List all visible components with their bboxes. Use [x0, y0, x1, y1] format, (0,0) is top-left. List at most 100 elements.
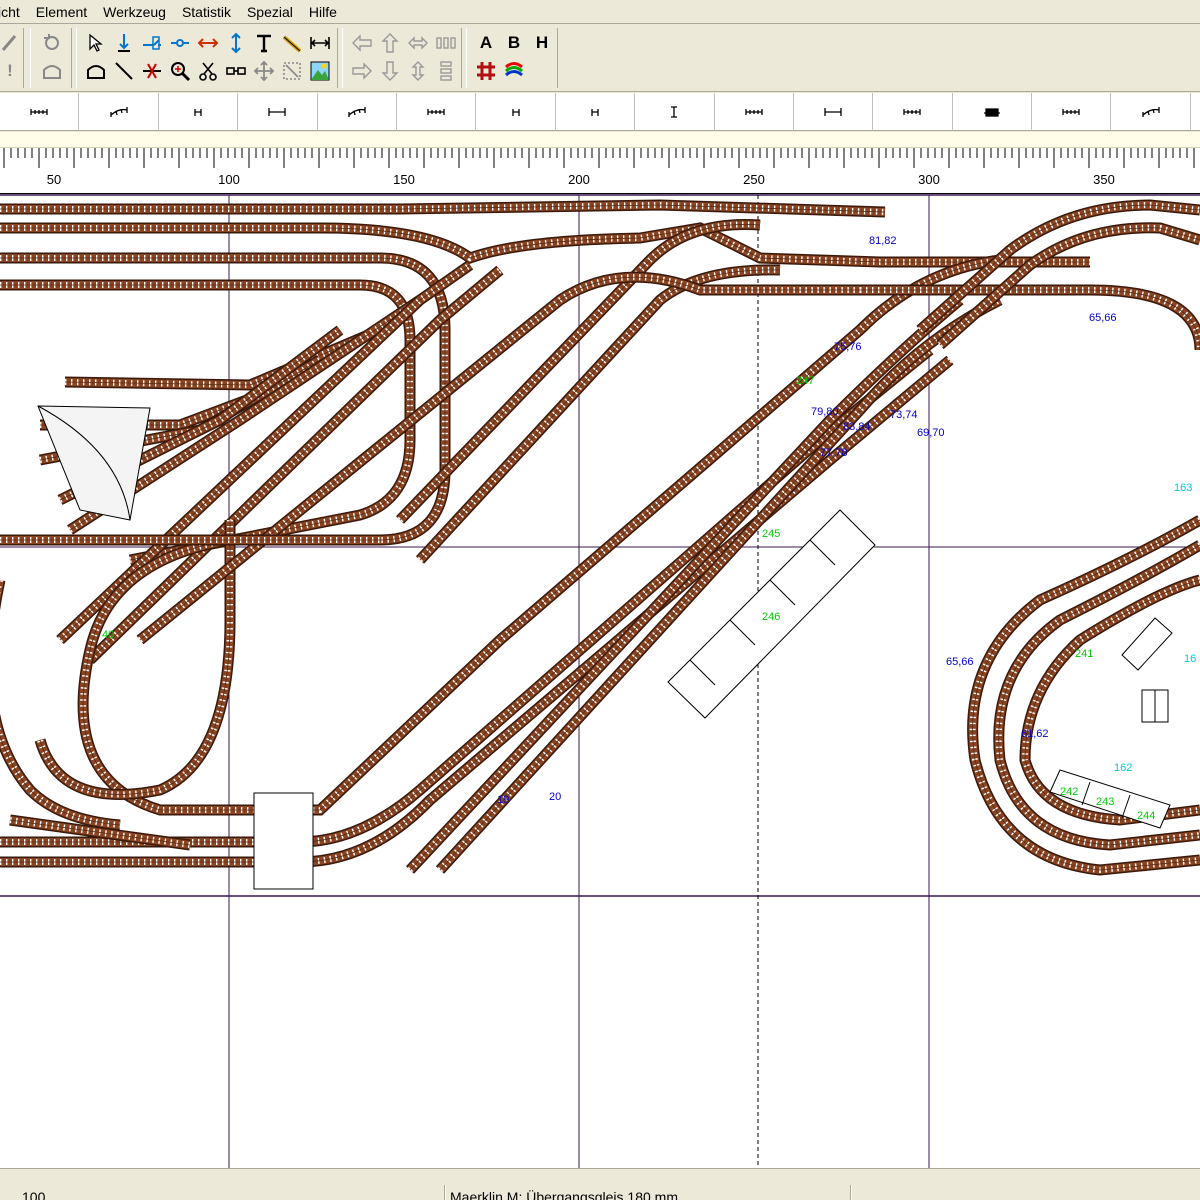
label-40: 40	[102, 629, 114, 641]
label-162: 162	[1114, 762, 1132, 774]
menu-element[interactable]: Element	[28, 4, 95, 20]
align-vertical-icon[interactable]	[433, 58, 459, 84]
vertical-measure-icon[interactable]	[223, 30, 249, 56]
menu-view[interactable]: icht	[0, 4, 28, 20]
switch-icon[interactable]	[139, 30, 165, 56]
layout-canvas[interactable]: 81,82 65,66 75,76 247 79,80 83,84 73,74 …	[0, 194, 1200, 1168]
label-19: 19	[497, 794, 509, 806]
label-79-80: 79,80	[811, 406, 839, 418]
select-arrow-icon[interactable]	[83, 30, 109, 56]
track-group[interactable]	[0, 199, 1200, 876]
layer-a-button[interactable]: A	[473, 30, 499, 56]
palette-cell[interactable]	[0, 93, 80, 131]
exclamation-icon[interactable]: !	[0, 58, 23, 84]
cut-icon[interactable]	[139, 58, 165, 84]
ruler-label-100: 100	[218, 172, 240, 187]
move-left-icon[interactable]	[349, 30, 375, 56]
diagonal-track-icon[interactable]	[279, 30, 305, 56]
menu-hilfe[interactable]: Hilfe	[301, 4, 345, 20]
scale-icon[interactable]	[279, 58, 305, 84]
rotate-icon[interactable]	[39, 30, 65, 56]
straight-track-icon	[745, 109, 763, 115]
status-zoom: 100	[22, 1189, 46, 1200]
label-65-66-right: 65,66	[946, 656, 974, 668]
view-tools-group	[30, 28, 72, 88]
label-241: 241	[1075, 648, 1093, 660]
track-plan[interactable]: 81,82 65,66 75,76 247 79,80 83,84 73,74 …	[0, 194, 1200, 1168]
horizontal-ruler: 50 100 150 200 250 300 350	[0, 148, 1200, 194]
curve-track-icon	[109, 107, 128, 117]
palette-cell[interactable]	[318, 93, 397, 131]
palette-cell[interactable]	[476, 93, 556, 131]
label-75-76: 75,76	[834, 341, 862, 353]
move-up-icon[interactable]	[377, 30, 403, 56]
ruler-label-50: 50	[46, 172, 62, 187]
toolbar: ! A B H	[0, 24, 1200, 92]
label-246: 246	[762, 611, 780, 623]
label-83-84: 83,84	[843, 421, 871, 433]
layer-b-button[interactable]: B	[501, 30, 527, 56]
track-diag-upper[interactable]	[397, 220, 761, 523]
status-separator	[850, 1185, 852, 1200]
label-20: 20	[549, 791, 561, 803]
label-81-82: 81,82	[869, 235, 897, 247]
move-horizontal-icon[interactable]	[405, 30, 431, 56]
straight-track-icon	[1062, 109, 1080, 115]
move-vertical-icon[interactable]	[405, 58, 431, 84]
scissors-icon[interactable]	[195, 58, 221, 84]
zoom-icon[interactable]	[167, 58, 193, 84]
palette-cell[interactable]	[238, 93, 318, 131]
menu-werkzeug[interactable]: Werkzeug	[95, 4, 174, 20]
palette-cell[interactable]	[397, 93, 477, 131]
align-icon[interactable]	[433, 30, 459, 56]
curve-track-icon	[348, 107, 366, 117]
straight-track-icon	[903, 109, 922, 115]
move-down-icon[interactable]	[377, 58, 403, 84]
track-end-icon[interactable]	[111, 30, 137, 56]
color-layers-icon[interactable]	[501, 58, 527, 84]
ruler-ticks	[3, 148, 1195, 168]
element-tools-group	[76, 28, 338, 88]
connector-icon[interactable]	[223, 58, 249, 84]
label-247: 247	[796, 375, 814, 387]
straight-track-icon	[30, 109, 48, 115]
label-69-70: 69,70	[917, 427, 945, 439]
curve-track-icon	[1142, 107, 1160, 117]
palette-cell[interactable]	[1032, 93, 1112, 131]
line-icon[interactable]	[111, 58, 137, 84]
ruler-label-200: 200	[568, 172, 590, 187]
palette-cell[interactable]	[715, 93, 794, 131]
straight-track-icon	[427, 109, 445, 115]
text-icon[interactable]	[251, 30, 277, 56]
grid-icon[interactable]	[473, 58, 499, 84]
palette-cell[interactable]	[873, 93, 953, 131]
shed-right	[1121, 617, 1173, 671]
palette-cell[interactable]	[794, 93, 874, 131]
move-right-icon[interactable]	[349, 58, 375, 84]
pencil-icon[interactable]	[0, 30, 23, 56]
palette-cell[interactable]	[1111, 93, 1191, 131]
layer-h-button[interactable]: H	[529, 30, 555, 56]
palette-cell[interactable]	[635, 93, 715, 131]
track-palette	[0, 93, 1200, 131]
tunnel-icon[interactable]	[83, 58, 109, 84]
link-icon[interactable]	[167, 30, 193, 56]
move-icon[interactable]	[251, 58, 277, 84]
track-right-loop-3[interactable]	[1020, 576, 1200, 825]
arch-icon[interactable]	[39, 58, 65, 84]
menu-spezial[interactable]: Spezial	[239, 4, 301, 20]
grid-lines	[0, 194, 1200, 1168]
double-arrow-icon[interactable]	[195, 30, 221, 56]
palette-cell[interactable]	[79, 93, 159, 131]
ruler-label-350: 350	[1093, 172, 1115, 187]
label-245: 245	[762, 528, 780, 540]
horizontal-measure-icon[interactable]	[307, 30, 333, 56]
menu-statistik[interactable]: Statistik	[174, 4, 239, 20]
label-243: 243	[1096, 796, 1114, 808]
palette-cell[interactable]	[159, 93, 239, 131]
palette-cell[interactable]	[556, 93, 636, 131]
label-61-62: 61,62	[1021, 728, 1049, 740]
app-window: icht Element Werkzeug Statistik Spezial …	[0, 0, 1200, 1200]
terrain-icon[interactable]	[307, 58, 333, 84]
palette-cell[interactable]	[953, 93, 1033, 131]
